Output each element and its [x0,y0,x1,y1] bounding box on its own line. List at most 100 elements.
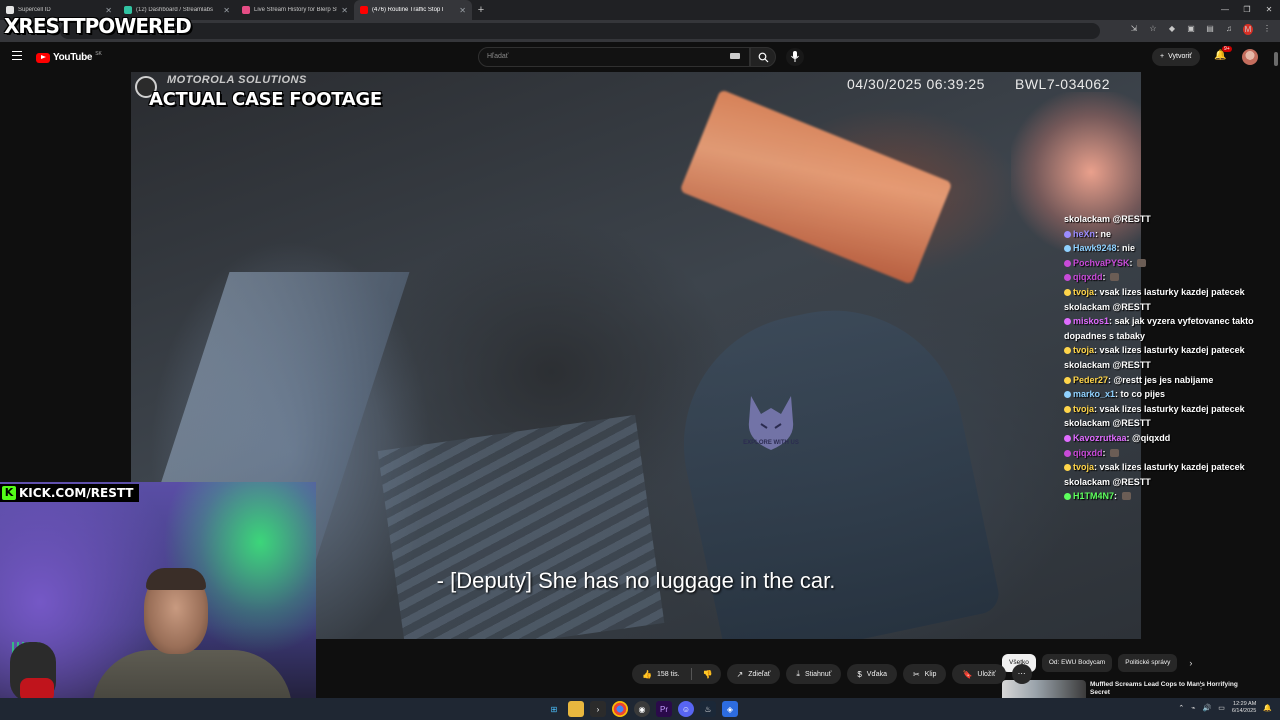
thumbs-down-icon[interactable]: 👎 [701,670,721,679]
obs-icon[interactable]: ◉ [634,701,650,717]
like-count[interactable]: 158 tis. [657,671,680,678]
maximize-icon[interactable]: ❐ [1236,0,1258,20]
new-tab-button[interactable]: + [472,4,490,16]
share-icon: ↗ [736,669,744,679]
chip-channel[interactable]: Od: EWU Bodycam [1041,654,1113,672]
scissors-icon: ✂ [913,669,920,679]
chat-username: H1TM4N7 [1073,491,1115,502]
chat-username: heXn [1073,228,1096,239]
browser-tab-strip: Supercell ID ✕ (12) Dashboard / Streamla… [0,0,1280,20]
chat-username: qiqxdd [1073,447,1103,458]
terminal-icon[interactable]: › [590,701,606,717]
chevron-right-icon[interactable]: › [1189,658,1192,668]
browser-tab-active[interactable]: (476) Routine Traffic Stop I ✕ [354,0,472,20]
chat-badge-icon [1064,493,1071,501]
media-icon[interactable]: ♫ [1224,24,1234,35]
brand-prefix: X [4,14,19,38]
close-tab-icon[interactable]: ✕ [341,6,348,15]
thanks-button[interactable]: $ Vďaka [847,664,898,684]
chat-username: Hawk9248 [1073,243,1117,254]
file-explorer-icon[interactable] [568,701,584,717]
sidebar-icon[interactable]: ▤ [1205,24,1215,35]
youtube-play-icon [36,52,50,63]
minimize-icon[interactable]: — [1214,0,1236,20]
chat-message: skolackam @RESTT [1064,212,1274,227]
chip-political-news[interactable]: Politické správy [1118,654,1178,672]
close-tab-icon[interactable]: ✕ [223,6,230,15]
wolf-watermark-icon: EXPLORE WITH US [743,396,799,450]
profile-avatar[interactable]: M [1243,24,1253,35]
puzzle-icon[interactable]: ▣ [1186,24,1196,35]
download-button[interactable]: ⤓ Stiahnuť [786,664,842,684]
account-avatar[interactable] [1242,49,1258,65]
download-icon: ⤓ [796,669,800,678]
notifications-icon[interactable]: 🔔 [1263,704,1272,712]
stream-chat-overlay: skolackam @RESTT heXn: ne Hawk9248: nie Poc… [1064,212,1274,504]
tray-chevron-icon[interactable]: ⌃ [1178,704,1184,712]
address-bar: 23bOj4 ⇲ ☆ ◆ ▣ ▤ ♫ M ⋮ [0,20,1280,42]
video-scene-floor [377,414,665,639]
chat-message: qiqxdd: [1064,446,1274,461]
app-icon[interactable]: ◈ [722,701,738,717]
save-button[interactable]: 🔖 Uložiť [952,664,1006,684]
chat-username: tvoja [1073,403,1095,414]
chat-badge-icon [1064,405,1071,413]
taskbar-apps: ⊞ › ◉ Pr ☺ ♨ ◈ [546,701,738,717]
chat-badge-icon [1064,245,1071,253]
chat-message: tvoja: vsak lizes lasturky kazdej patece… [1064,403,1245,429]
browser-tab[interactable]: Live Stream History for Blerp St ✕ [236,0,354,20]
video-brand-text: MOTOROLA SOLUTIONS [167,74,307,86]
volume-icon[interactable]: 🔊 [1202,704,1211,712]
chat-message: H1TM4N7: [1064,489,1274,504]
windows-start-icon[interactable]: ⊞ [546,701,562,717]
footage-label: ACTUAL CASE FOOTAGE [149,89,382,110]
bookmark-star-icon[interactable]: ☆ [1148,24,1158,35]
chat-badge-icon [1064,391,1071,399]
keyboard-icon[interactable] [730,53,740,59]
search-input[interactable]: Hľadať [478,47,750,67]
install-icon[interactable]: ⇲ [1129,24,1139,35]
battery-icon[interactable]: ▭ [1218,704,1225,712]
related-video-title[interactable]: Muffled Screams Lead Cops to Man's Horri… [1090,681,1250,697]
hamburger-menu-icon[interactable] [12,51,22,61]
more-actions-icon[interactable]: ⋯ [1011,664,1032,684]
close-tab-icon[interactable]: ✕ [459,6,466,15]
extension-icon[interactable]: ◆ [1167,24,1177,35]
windows-taskbar: ⊞ › ◉ Pr ☺ ♨ ◈ ⌃ ⌁ 🔊 ▭ 12:29 AM 6/14/202… [0,698,1280,720]
chrome-icon[interactable] [612,701,628,717]
clip-button[interactable]: ✂ Klip [903,664,947,684]
youtube-logo[interactable]: YouTube SK [36,50,102,63]
chat-username: marko_x1 [1073,389,1116,400]
thumbs-up-icon[interactable]: 👍 [642,670,652,679]
chat-emote-icon [1137,258,1147,267]
chat-message: tvoja: vsak lizes lasturky kazdej patece… [1064,286,1245,312]
share-button[interactable]: ↗ Zdieľať [726,664,781,684]
create-button[interactable]: + Vytvoriť [1152,48,1200,66]
plus-icon: + [1160,53,1165,60]
steam-icon[interactable]: ♨ [700,701,716,717]
related-video-item[interactable]: Muffled Screams Lead Cops to Man's Horri… [1002,680,1272,698]
voice-search-button[interactable] [786,48,804,66]
chat-username: tvoja [1073,462,1095,473]
region-code: SK [95,50,102,57]
url-field[interactable]: 23bOj4 [60,23,1100,39]
browser-menu-icon[interactable]: ⋮ [1262,24,1272,35]
chat-message: Hawk9248: nie [1064,241,1274,256]
notification-badge: 9+ [1222,46,1232,52]
streamer-webcam [0,482,316,720]
more-options-icon[interactable]: ⋮ [1197,682,1205,691]
close-window-icon[interactable]: ✕ [1258,0,1280,20]
system-clock[interactable]: 12:29 AM 6/14/2025 [1232,701,1256,715]
search-button[interactable] [750,47,776,67]
discord-icon[interactable]: ☺ [678,701,694,717]
tab-title: Supercell ID [18,7,51,13]
premiere-icon[interactable]: Pr [656,701,672,717]
bodycam-timestamp: 04/30/2025 06:39:25 [847,76,985,92]
tab-title: (12) Dashboard / Streamlabs [136,7,214,13]
chat-text: @restt jes jes nabijame [1113,374,1214,385]
window-controls: — ❐ ✕ [1214,0,1280,20]
network-icon[interactable]: ⌁ [1191,704,1195,712]
youtube-logo-text: YouTube [53,52,93,63]
webcam-person-hair [146,568,206,590]
chat-emote-icon [1121,492,1131,501]
